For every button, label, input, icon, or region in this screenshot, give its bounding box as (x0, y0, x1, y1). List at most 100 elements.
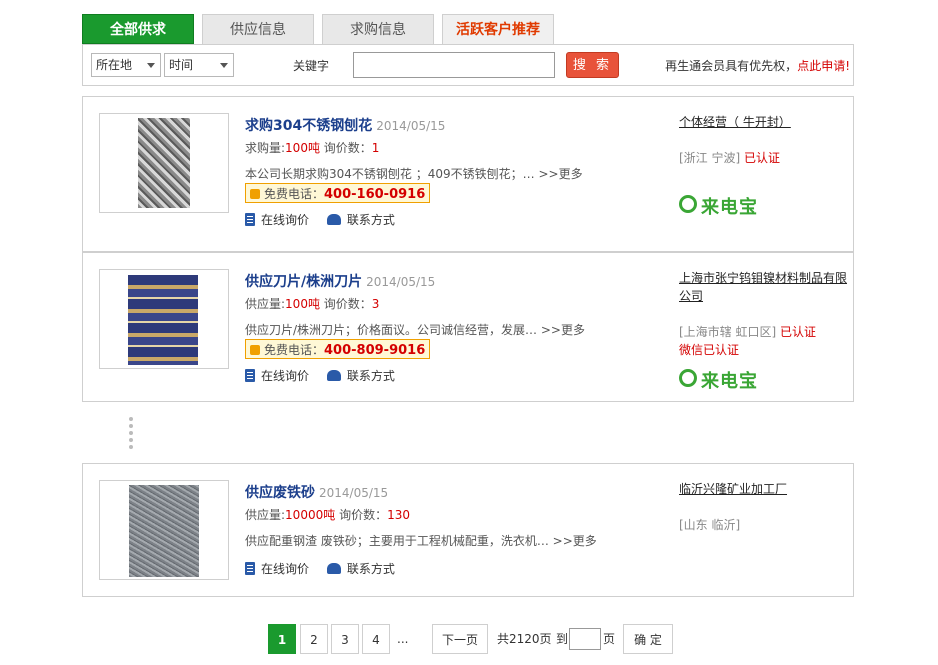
search-button[interactable]: 搜 索 (566, 52, 619, 78)
laidianbao-badge[interactable]: 来电宝 (679, 367, 765, 392)
product-image (129, 485, 199, 577)
tab-purchase[interactable]: 求购信息 (322, 14, 434, 44)
member-promo: 再生通会员具有优先权，点此申请! (665, 57, 850, 74)
page-2-button[interactable]: 2 (300, 624, 328, 654)
online-inquiry-button[interactable]: 在线询价 (245, 560, 309, 577)
page-1-button[interactable]: 1 (268, 624, 296, 654)
listing-date: 2014/05/15 (319, 486, 389, 500)
page-suffix: 页 (603, 632, 616, 646)
document-icon (245, 562, 255, 575)
tab-all[interactable]: 全部供求 (82, 14, 194, 44)
qty-label: 供应量: (245, 297, 286, 311)
inquiry-value: 3 (371, 297, 380, 311)
page-4-button[interactable]: 4 (362, 624, 390, 654)
location-select[interactable]: 所在地 (91, 53, 161, 77)
product-thumbnail[interactable] (99, 269, 229, 369)
description-text: 供应配重钢渣 废铁砂；主要用于工程机械配重，洗衣机… (245, 534, 549, 548)
keyword-input[interactable] (353, 52, 555, 78)
time-select[interactable]: 时间 (164, 53, 234, 77)
location-select-label: 所在地 (96, 58, 133, 72)
contact-button[interactable]: 联系方式 (326, 560, 395, 577)
contact-label: 联系方式 (346, 213, 395, 227)
location-text: [上海市辖 虹口区] (679, 325, 777, 339)
inquiry-value: 1 (371, 141, 380, 155)
listing-quantity: 供应量:10000吨 询价数：130 (245, 506, 410, 523)
time-select-label: 时间 (169, 58, 194, 72)
phone-icon (250, 189, 260, 199)
page-3-button[interactable]: 3 (331, 624, 359, 654)
certified-badge: 已认证 (780, 325, 817, 339)
listing-title-row: 供应刀片/株洲刀片 2014/05/15 (245, 271, 435, 291)
inquiry-label: 询价数： (323, 141, 372, 155)
location-text: [山东 临沂] (679, 518, 741, 532)
description-text: 供应刀片/株洲刀片；价格面议。公司诚信经营，发展… (245, 323, 538, 337)
qty-label: 求购量: (245, 141, 286, 155)
listing-quantity: 供应量:100吨 询价数：3 (245, 295, 379, 312)
telephone-icon (326, 563, 341, 574)
company-name[interactable]: 上海市张宁钨钼镍材料制品有限公司 (679, 269, 851, 305)
contact-button[interactable]: 联系方式 (326, 211, 395, 228)
listing-actions: 在线询价 联系方式 (245, 367, 409, 384)
listing-title-row: 供应废铁砂 2014/05/15 (245, 482, 388, 502)
phone-number: 400-160-0916 (324, 187, 426, 202)
description-text: 本公司长期求购304不锈钢刨花 ；409不锈铁刨花；… (245, 167, 535, 181)
listing-card: 求购304不锈钢刨花 2014/05/15 求购量:100吨 询价数：1 本公司长… (82, 96, 854, 252)
laidianbao-badge[interactable]: 来电宝 (679, 193, 765, 218)
product-image (138, 118, 190, 208)
online-inquiry-button[interactable]: 在线询价 (245, 367, 309, 384)
laidianbao-logo-icon (679, 369, 697, 387)
listing-title[interactable]: 供应废铁砂 (245, 485, 315, 501)
phone-label: 免费电话： (264, 343, 325, 357)
product-image (128, 275, 198, 365)
phone-icon (250, 345, 260, 355)
wechat-certified-badge: 微信已认证 (679, 343, 740, 357)
more-link[interactable]: >>更多 (538, 167, 582, 181)
qty-value: 10000吨 (285, 508, 336, 522)
contact-button[interactable]: 联系方式 (326, 367, 395, 384)
telephone-icon (326, 370, 341, 381)
badge-text: 来电宝 (701, 371, 758, 392)
next-page-button[interactable]: 下一页 (432, 624, 488, 654)
listing-quantity: 求购量:100吨 询价数：1 (245, 139, 379, 156)
location-text: [浙江 宁波] (679, 151, 741, 165)
document-icon (245, 213, 255, 226)
laidianbao-logo-icon (679, 195, 697, 213)
listing-title[interactable]: 求购304不锈钢刨花 (245, 118, 372, 134)
listing-title-row: 求购304不锈钢刨花 2014/05/15 (245, 115, 445, 135)
company-location: [浙江 宁波] 已认证 (679, 149, 780, 167)
keyword-label: 关键字 (293, 59, 330, 73)
listing-description: 供应刀片/株洲刀片；价格面议。公司诚信经营，发展… >>更多 (245, 321, 585, 338)
tab-active-customers[interactable]: 活跃客户推荐 (442, 14, 554, 44)
more-link[interactable]: >>更多 (541, 323, 585, 337)
company-name[interactable]: 个体经营（ 牛开封） (679, 113, 851, 131)
contact-label: 联系方式 (346, 369, 395, 383)
confirm-button[interactable]: 确 定 (623, 624, 673, 654)
listing-actions: 在线询价 联系方式 (245, 211, 409, 228)
listing-date: 2014/05/15 (376, 119, 446, 133)
promo-text: 再生通会员具有优先权， (665, 59, 798, 73)
online-inquiry-button[interactable]: 在线询价 (245, 211, 309, 228)
product-thumbnail[interactable] (99, 480, 229, 580)
product-thumbnail[interactable] (99, 113, 229, 213)
listing-description: 本公司长期求购304不锈钢刨花 ；409不锈铁刨花；… >>更多 (245, 165, 583, 182)
listing-actions: 在线询价 联系方式 (245, 560, 409, 577)
company-name[interactable]: 临沂兴隆矿业加工厂 (679, 480, 851, 498)
goto-page-input[interactable] (569, 628, 601, 650)
phone-label: 免费电话： (264, 187, 325, 201)
tab-supply[interactable]: 供应信息 (202, 14, 314, 44)
inquiry-label: 询价数： (339, 508, 388, 522)
chevron-down-icon (220, 63, 228, 68)
inquiry-label: 询价数： (323, 297, 372, 311)
filter-bar: 所在地 时间 关键字 搜 索 再生通会员具有优先权，点此申请! (82, 44, 854, 86)
company-location: [山东 临沂] (679, 516, 740, 534)
company-location: [上海市辖 虹口区] 已认证 微信已认证 (679, 323, 816, 359)
more-link[interactable]: >>更多 (553, 534, 597, 548)
listing-description: 供应配重钢渣 废铁砂；主要用于工程机械配重，洗衣机… >>更多 (245, 532, 597, 549)
badge-text: 来电宝 (701, 197, 758, 218)
listing-title[interactable]: 供应刀片/株洲刀片 (245, 274, 362, 290)
phone-number: 400-809-9016 (324, 343, 426, 358)
apply-link[interactable]: 点此申请! (797, 59, 850, 73)
listing-card: 供应刀片/株洲刀片 2014/05/15 供应量:100吨 询价数：3 供应刀片/… (82, 252, 854, 402)
document-icon (245, 369, 255, 382)
online-inquiry-label: 在线询价 (261, 213, 310, 227)
